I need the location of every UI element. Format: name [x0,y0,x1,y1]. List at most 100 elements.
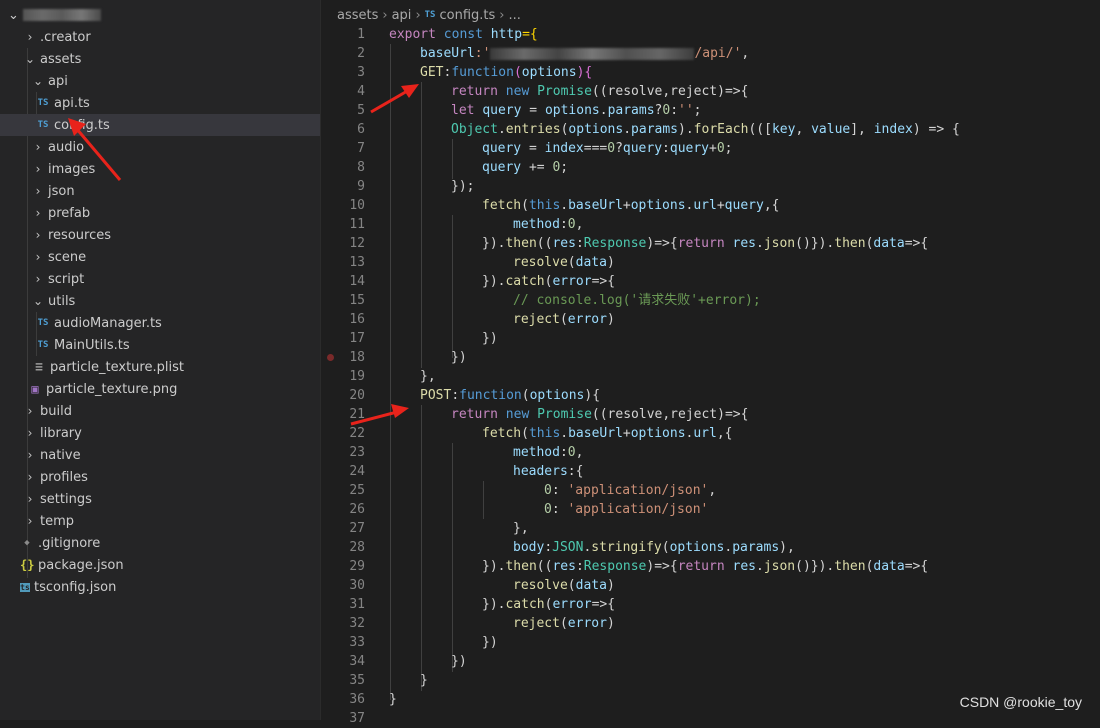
code-text: }) [482,635,498,650]
code-line[interactable]: 30 resolve(data) [321,576,1100,595]
file-config-ts[interactable]: TSconfig.ts [0,114,320,136]
folder-api[interactable]: ⌄ api [0,70,320,92]
code-line[interactable]: 34}) [321,652,1100,671]
code-line[interactable]: 8 query += 0; [321,158,1100,177]
line-number: 7 [357,141,365,156]
folder-native[interactable]: › native [0,444,320,466]
line-number: 1 [357,27,365,42]
code-line[interactable]: 12}).then((res:Response)=>{return res.js… [321,234,1100,253]
folder-script[interactable]: › script [0,268,320,290]
folder-audio[interactable]: › audio [0,136,320,158]
code-line[interactable]: 27}, [321,519,1100,538]
code-line[interactable]: 4 return new Promise((resolve,reject)=>{ [321,82,1100,101]
code-line[interactable]: 24 headers:{ [321,462,1100,481]
code-text: baseUrl:'/api/', [420,46,750,61]
code-line[interactable]: 9}); [321,177,1100,196]
explorer-root-folder[interactable]: ⌄ [0,4,320,26]
code-line[interactable]: 13 resolve(data) [321,253,1100,272]
line-number: 4 [357,84,365,99]
code-line[interactable]: 15 // console.log('请求失败'+error); [321,291,1100,310]
folder-library[interactable]: › library [0,422,320,444]
code-line[interactable]: 19}, [321,367,1100,386]
code-line[interactable]: 21 return new Promise((resolve,reject)=>{ [321,405,1100,424]
chevron-right-icon: › [35,272,41,286]
code-line[interactable]: 31}).catch(error=>{ [321,595,1100,614]
code-line[interactable]: 37 [321,709,1100,728]
file-package-json[interactable]: {} package.json [0,554,320,576]
tree-item-label: assets [40,51,82,67]
code-line[interactable]: 6 Object.entries(options.params).forEach(… [321,120,1100,139]
breadcrumb-api[interactable]: api [392,8,412,23]
line-number: 2 [357,46,365,61]
file-gitignore[interactable]: ◆ .gitignore [0,532,320,554]
code-line[interactable]: 3 GET:function(options){ [321,63,1100,82]
code-text: method:0, [513,445,584,460]
folder-resources[interactable]: › resources [0,224,320,246]
breadcrumb-symbol[interactable]: ... [508,8,520,23]
tree-item-label: particle_texture.png [46,381,178,397]
code-line[interactable]: 23 method:0, [321,443,1100,462]
code-line[interactable]: 33}) [321,633,1100,652]
code-line[interactable]: 2 baseUrl:'/api/', [321,44,1100,63]
typescript-icon: TS [37,120,49,130]
line-number: 3 [357,65,365,80]
code-line[interactable]: 10 fetch(this.baseUrl+options.url+query,{ [321,196,1100,215]
code-line[interactable]: 7 query = index===0?query:query+0; [321,139,1100,158]
folder-prefab[interactable]: › prefab [0,202,320,224]
code-line[interactable]: 17}) [321,329,1100,348]
code-line[interactable]: 20 POST:function(options){ [321,386,1100,405]
folder-build[interactable]: › build [0,400,320,422]
annotation-arrow [370,84,419,114]
folder-json[interactable]: › json [0,180,320,202]
file-api-ts[interactable]: TS api.ts [0,92,320,114]
line-number: 36 [349,692,365,707]
chevron-right-icon: › [27,514,33,528]
line-number: 13 [349,255,365,270]
folder-temp[interactable]: › temp [0,510,320,532]
explorer-panel: ⌄ › .creator ⌄ assets ⌄ api TS api.ts TSconfig.t… [0,0,321,720]
folder-utils[interactable]: ⌄ utils [0,290,320,312]
folder-assets[interactable]: ⌄ assets [0,48,320,70]
breakpoint-hint-icon[interactable] [327,354,334,361]
tree-item-label: api.ts [54,95,90,111]
code-line[interactable]: 25 0: 'application/json', [321,481,1100,500]
code-line[interactable]: 1 export const http={ [321,25,1100,44]
code-text: 0: 'application/json' [544,502,709,517]
file-audiomanager-ts[interactable]: TS audioManager.ts [0,312,320,334]
code-line[interactable]: 22 fetch(this.baseUrl+options.url,{ [321,424,1100,443]
code-text: POST:function(options){ [420,388,601,403]
folder-settings[interactable]: › settings [0,488,320,510]
code-line[interactable]: 35} [321,671,1100,690]
code-editor[interactable]: assets › api › TS config.ts › ... 1 expor… [321,0,1100,726]
code-line[interactable]: 16 reject(error) [321,310,1100,329]
chevron-right-icon: › [27,426,33,440]
file-tsconfig-json[interactable]: ts tsconfig.json [0,576,320,598]
code-text: method:0, [513,217,584,232]
code-line[interactable]: 18}) [321,348,1100,367]
breadcrumb-file[interactable]: config.ts [439,8,495,23]
folder-scene[interactable]: › scene [0,246,320,268]
code-line[interactable]: 32 reject(error) [321,614,1100,633]
code-line[interactable]: 29}).then((res:Response)=>{return res.js… [321,557,1100,576]
code-text: export const http={ [389,27,538,42]
line-number: 28 [349,540,365,555]
code-text: } [420,673,428,688]
folder-images[interactable]: › images [0,158,320,180]
file-mainutils-ts[interactable]: TS MainUtils.ts [0,334,320,356]
folder-creator[interactable]: › .creator [0,26,320,48]
line-number: 23 [349,445,365,460]
code-line[interactable]: 11 method:0, [321,215,1100,234]
breadcrumb-assets[interactable]: assets [337,8,378,23]
code-text: }, [420,369,436,384]
folder-profiles[interactable]: › profiles [0,466,320,488]
code-line[interactable]: 28 body:JSON.stringify(options.params), [321,538,1100,557]
tree-item-label: audioManager.ts [54,315,162,331]
file-particle-texture-plist[interactable]: ≡ particle_texture.plist [0,356,320,378]
file-particle-texture-png[interactable]: ▣ particle_texture.png [0,378,320,400]
code-line[interactable]: 5 let query = options.params?0:''; [321,101,1100,120]
code-line[interactable]: 26 0: 'application/json' [321,500,1100,519]
code-line[interactable]: 14}).catch(error=>{ [321,272,1100,291]
line-number: 27 [349,521,365,536]
chevron-right-icon: › [27,448,33,462]
chevron-right-icon: › [27,470,33,484]
